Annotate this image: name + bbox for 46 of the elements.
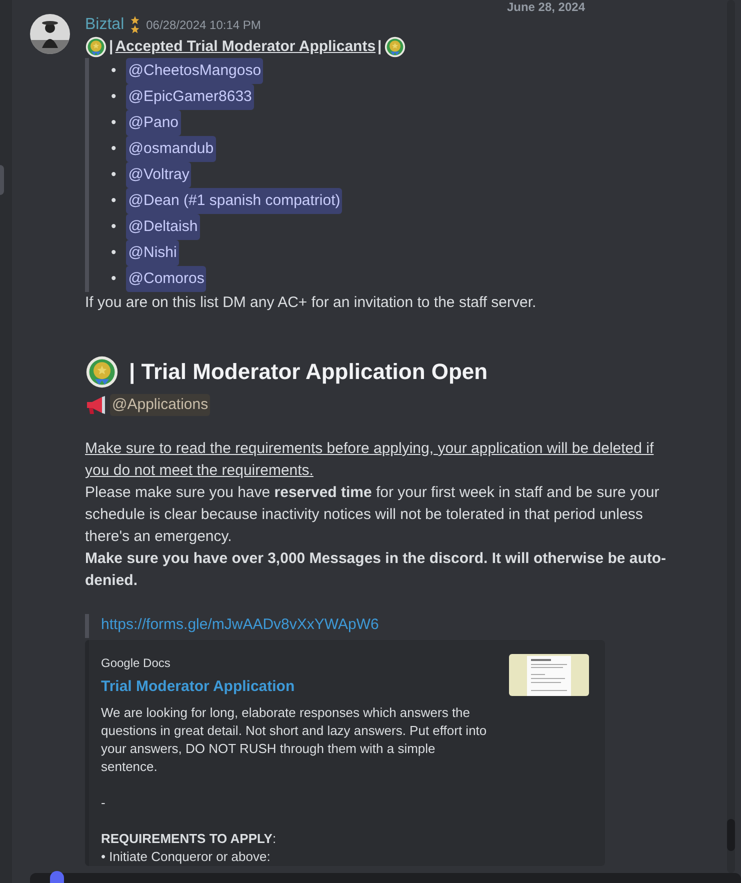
embed-text: REQUIREMENTS TO APPLY: xyxy=(101,830,278,848)
bullet-marker: • xyxy=(111,61,116,81)
user-mention[interactable]: @EpicGamer8633 xyxy=(126,84,254,110)
bullet-marker: • xyxy=(111,217,116,237)
separator-text: - xyxy=(101,794,106,812)
message-text: Make sure you have over 3,000 Messages in the discord. It will otherwise be auto-denied. xyxy=(85,549,668,591)
bullet-marker: • xyxy=(111,191,116,211)
user-mention[interactable]: @CheetosMangoso xyxy=(126,58,264,84)
embed-text: • Initiate Conqueror or above: xyxy=(101,848,272,866)
avatar xyxy=(50,871,64,883)
user-mention[interactable]: @Pano xyxy=(126,110,181,136)
separator-text: | xyxy=(109,37,114,57)
bullet-marker: • xyxy=(111,113,116,133)
heading-text: Accepted Trial Moderator Applicants xyxy=(115,37,376,57)
bullet-marker: • xyxy=(111,165,116,185)
user-mention[interactable]: @Comoros xyxy=(126,266,206,292)
document-thumbnail[interactable] xyxy=(509,654,589,696)
bullet-marker: • xyxy=(111,243,116,263)
unread-indicator xyxy=(0,165,4,195)
form-link[interactable]: https://forms.gle/mJwAADv8vXxYWApW6 xyxy=(101,616,379,633)
embed-provider: Google Docs xyxy=(101,655,172,672)
message-text: If you are on this list DM any AC+ for an invitation to the staff server. xyxy=(85,293,538,313)
user-mention[interactable]: @Dean (#1 spanish compatriot) xyxy=(126,188,342,214)
megaphone-icon xyxy=(85,395,107,415)
user-mention[interactable]: @osmandub xyxy=(126,136,216,162)
medal-icon xyxy=(85,355,119,389)
embed-title[interactable]: Trial Moderator Application xyxy=(101,678,493,696)
user-mention[interactable]: @Nishi xyxy=(126,240,179,266)
date-divider: June 28, 2024 xyxy=(506,0,585,14)
user-mention[interactable]: @Deltaish xyxy=(126,214,200,240)
medal-icon xyxy=(384,36,406,58)
bullet-marker: • xyxy=(111,139,116,159)
section-title: | Trial Moderator Application Open xyxy=(129,358,488,386)
medal-icon xyxy=(85,36,107,58)
user-mention[interactable]: @Voltray xyxy=(126,162,192,188)
avatar[interactable] xyxy=(30,14,70,54)
timestamp: 06/28/2024 10:14 PM xyxy=(146,17,261,34)
author-name[interactable]: Biztal xyxy=(85,14,124,36)
embed-description: We are looking for long, elaborate responses which answers the questions in great detail. Not short and lazy answers. Put effort into your answers, DO NOT RUSH through them with a simple sentence. xyxy=(101,704,488,776)
separator-text: | xyxy=(378,37,382,57)
stars-icon xyxy=(130,15,140,35)
bullet-marker: • xyxy=(111,269,116,289)
message-text: Please make sure you have reserved time for your first week in staff and be sure your schedule is clear because inactivity notices will not be tolerated in that period unless there's an emergency. xyxy=(85,483,660,547)
role-mention[interactable]: @Applications xyxy=(110,394,210,416)
warning-text: Make sure to read the requirements before applying, your application will be deleted if you do not meet the requirements. xyxy=(85,440,654,479)
bullet-marker: • xyxy=(111,87,116,107)
